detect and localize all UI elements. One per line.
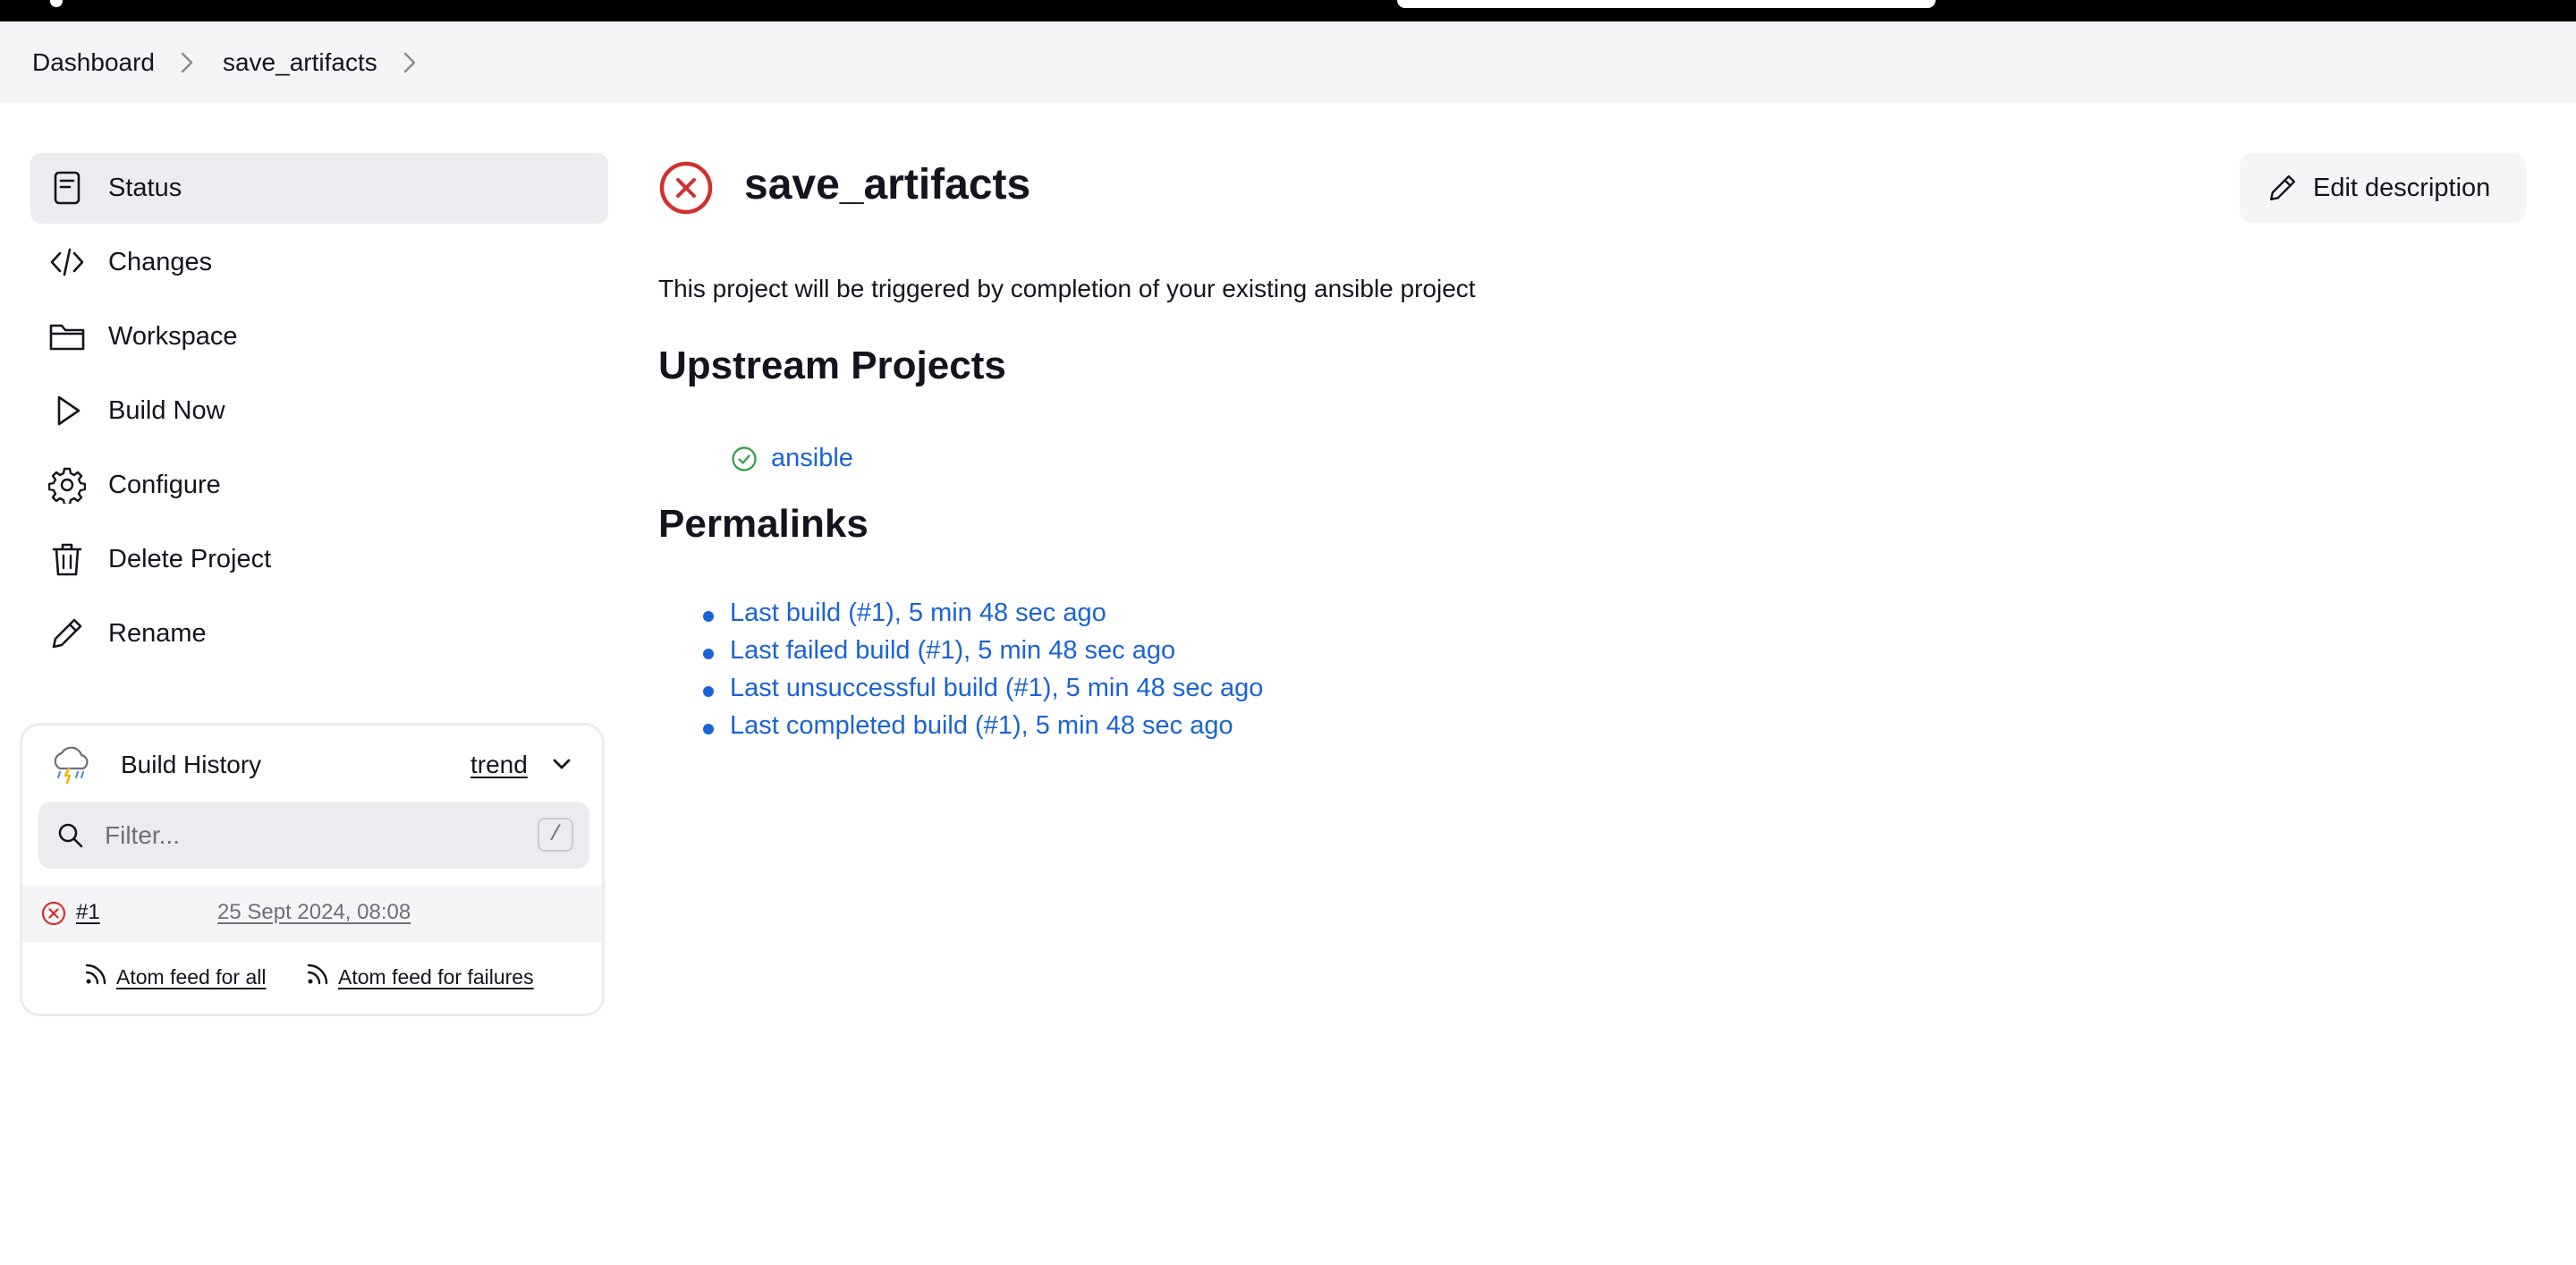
sidebar-item-status[interactable]: Status	[30, 153, 608, 224]
folder-icon	[48, 318, 86, 355]
play-icon	[48, 392, 86, 429]
gear-icon	[48, 466, 86, 504]
page-title: save_artifacts	[744, 161, 1031, 208]
sidebar-item-label: Workspace	[108, 322, 238, 351]
sidebar-item-label: Build Now	[108, 396, 225, 425]
permalink-last-completed-build[interactable]: Last completed build (#1), 5 min 48 sec …	[702, 711, 1263, 749]
atom-feed-all-label: Atom feed for all	[116, 965, 267, 989]
storm-cloud-icon	[49, 742, 94, 786]
jenkins-logo[interactable]	[50, 0, 63, 7]
build-history-header: Build History trend	[22, 726, 602, 799]
rss-icon	[307, 964, 328, 984]
pencil-icon	[48, 615, 86, 652]
code-icon	[48, 243, 86, 281]
top-header-bar	[0, 0, 2576, 21]
upstream-project-link[interactable]: ansible	[730, 444, 853, 473]
build-filter: /	[38, 802, 589, 869]
permalink-last-failed-build[interactable]: Last failed build (#1), 5 min 48 sec ago	[702, 636, 1263, 674]
keyboard-shortcut-hint: /	[538, 818, 573, 852]
global-search-box[interactable]	[1397, 0, 1936, 8]
upstream-project-name: ansible	[771, 444, 853, 472]
sidebar-item-label: Configure	[108, 471, 221, 499]
status-icon	[48, 169, 86, 207]
atom-feeds: Atom feed for all Atom feed for failures	[22, 960, 602, 999]
breadcrumb-bar: Dashboard save_artifacts	[0, 21, 2576, 103]
chevron-right-icon[interactable]	[402, 51, 417, 74]
sidebar-item-label: Delete Project	[108, 545, 272, 573]
pencil-icon	[2269, 174, 2296, 201]
atom-feed-failures-label: Atom feed for failures	[338, 965, 534, 989]
trend-link[interactable]: trend	[470, 751, 528, 779]
failed-status-icon	[658, 160, 714, 216]
upstream-projects-heading: Upstream Projects	[658, 344, 1006, 387]
edit-description-label: Edit description	[2313, 174, 2491, 202]
build-filter-input[interactable]	[103, 814, 500, 857]
sidebar-item-rename[interactable]: Rename	[30, 599, 608, 669]
breadcrumb-dashboard[interactable]: Dashboard	[32, 48, 155, 77]
build-row: #1 25 Sept 2024, 08:08	[22, 885, 602, 942]
sidebar-item-label: Rename	[108, 619, 207, 648]
chevron-right-icon	[180, 51, 194, 74]
sidebar-item-label: Changes	[108, 248, 213, 276]
sidebar-item-label: Status	[108, 174, 182, 202]
sidebar-item-configure[interactable]: Configure	[30, 450, 608, 521]
permalink-last-build[interactable]: Last build (#1), 5 min 48 sec ago	[702, 599, 1263, 636]
breadcrumb: Dashboard save_artifacts	[32, 21, 445, 103]
build-number-link[interactable]: #1	[76, 900, 100, 925]
sidebar-item-changes[interactable]: Changes	[30, 227, 608, 298]
sidebar-item-build-now[interactable]: Build Now	[30, 376, 608, 446]
build-date-link[interactable]: 25 Sept 2024, 08:08	[217, 900, 411, 925]
edit-description-button[interactable]: Edit description	[2240, 153, 2526, 223]
atom-feed-failures-link[interactable]: Atom feed for failures	[305, 964, 534, 989]
failed-status-icon	[40, 900, 67, 927]
sidebar: Status Changes Workspace Build Now Confi…	[30, 153, 608, 673]
project-description: This project will be triggered by comple…	[658, 275, 1476, 302]
sidebar-item-workspace[interactable]: Workspace	[30, 301, 608, 372]
search-icon	[56, 821, 85, 850]
success-status-icon	[732, 446, 757, 471]
trash-icon	[48, 540, 86, 578]
permalink-last-unsuccessful-build[interactable]: Last unsuccessful build (#1), 5 min 48 s…	[702, 674, 1263, 711]
chevron-down-icon[interactable]	[550, 752, 573, 776]
build-history-title: Build History	[121, 751, 262, 778]
build-history-card: Build History trend / #1 25 Sept 2024, 0…	[20, 723, 605, 1016]
atom-feed-all-link[interactable]: Atom feed for all	[83, 964, 267, 989]
sidebar-item-delete-project[interactable]: Delete Project	[30, 524, 608, 595]
rss-icon	[85, 964, 106, 984]
permalinks-list: Last build (#1), 5 min 48 sec ago Last f…	[702, 599, 1263, 749]
breadcrumb-save-artifacts[interactable]: save_artifacts	[223, 48, 377, 77]
permalinks-heading: Permalinks	[658, 502, 869, 546]
